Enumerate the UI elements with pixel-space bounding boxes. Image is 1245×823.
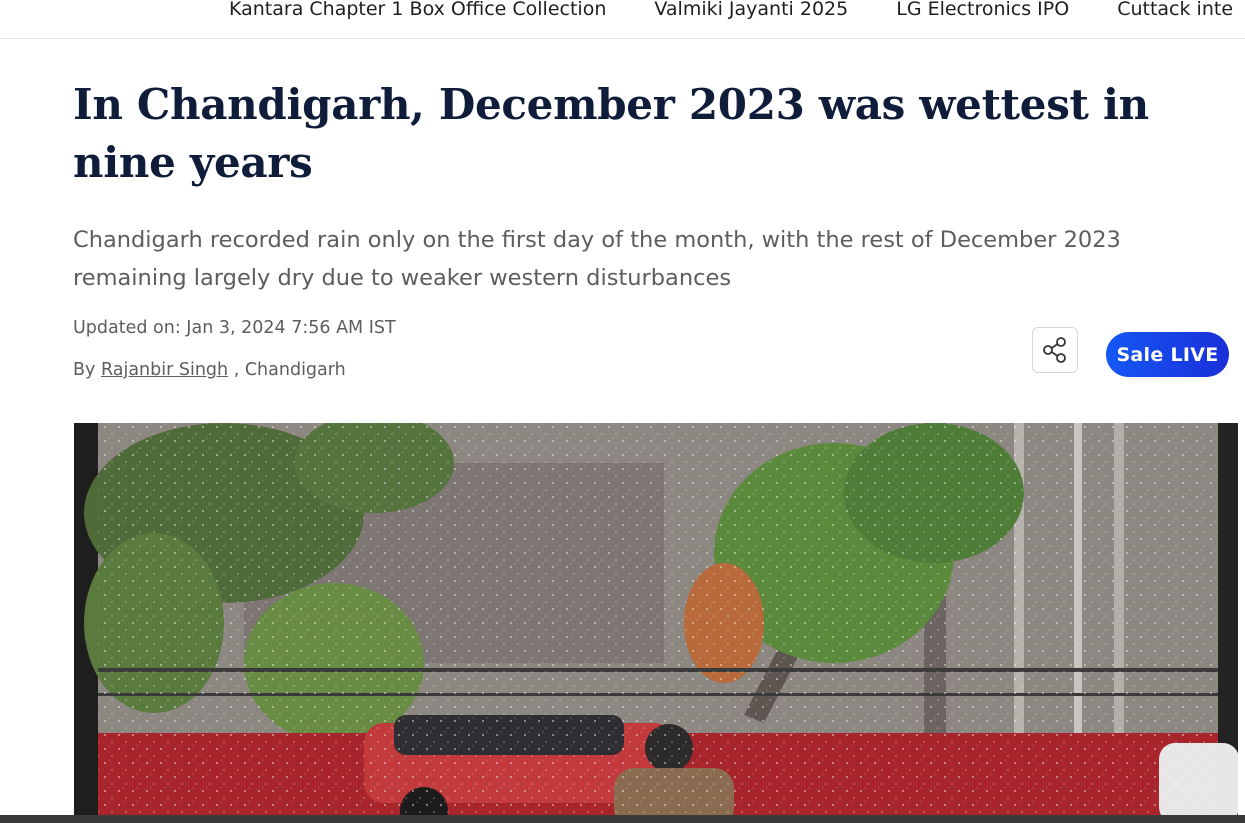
share-button[interactable] [1032, 327, 1078, 373]
byline-location: , Chandigarh [233, 360, 346, 380]
byline: By Rajanbir Singh , Chandigarh [73, 357, 346, 383]
trending-item[interactable]: Valmiki Jayanti 2025 [654, 0, 848, 22]
byline-prefix: By [73, 360, 96, 380]
trending-item[interactable]: Kantara Chapter 1 Box Office Collection [229, 0, 606, 22]
sale-live-button[interactable]: Sale LIVE [1106, 332, 1229, 377]
author-link[interactable]: Rajanbir Singh [101, 360, 228, 380]
bottom-strip [0, 815, 1245, 823]
updated-timestamp: Updated on: Jan 3, 2024 7:56 AM IST [73, 318, 396, 338]
share-icon [1043, 337, 1066, 363]
article-headline: In Chandigarh, December 2023 was wettest… [73, 80, 1149, 187]
article-summary: Chandigarh recorded rain only on the fir… [73, 227, 1121, 291]
trending-list: Kantara Chapter 1 Box Office Collection … [229, 0, 1245, 22]
rainy-street-photo [74, 423, 1238, 815]
trending-item[interactable]: Cuttack inte [1117, 0, 1233, 22]
hero-image [74, 423, 1238, 815]
trending-item[interactable]: LG Electronics IPO [896, 0, 1069, 22]
trending-bar: Kantara Chapter 1 Box Office Collection … [0, 0, 1245, 39]
